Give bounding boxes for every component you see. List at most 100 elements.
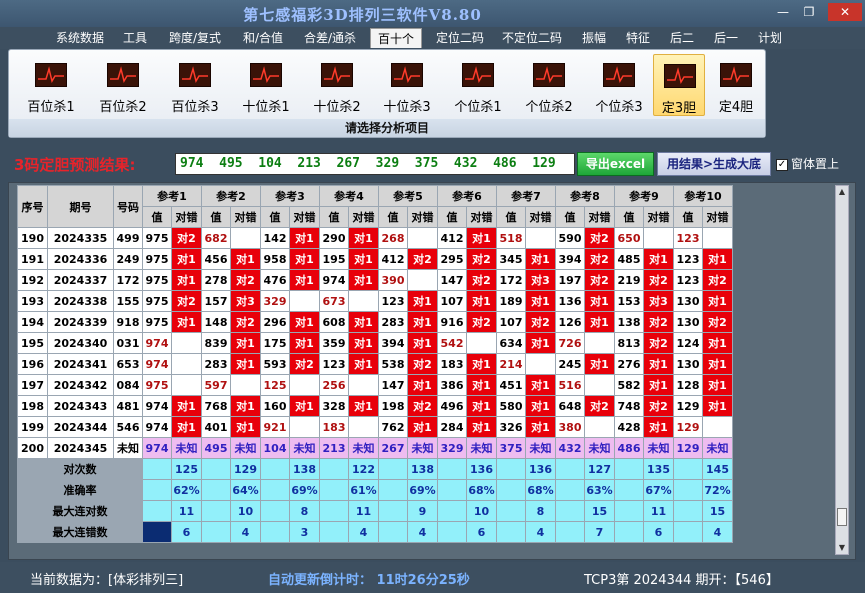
menu-tools[interactable]: 工具 <box>116 28 154 48</box>
pred-unknown: 未知 <box>643 437 674 459</box>
pred-unknown: 未知 <box>171 437 202 459</box>
ribbon-item-10[interactable]: 定3胆 <box>653 54 705 116</box>
stats-value: 68% <box>466 479 497 501</box>
generate-base-button[interactable]: 用结果>生成大底 <box>657 152 771 176</box>
pred-value: 486 <box>614 437 644 459</box>
menu-system-data[interactable]: 系统数据 <box>50 28 110 48</box>
chart-icon <box>664 64 696 88</box>
ribbon-item-1[interactable]: 百位杀1 <box>17 54 85 116</box>
ref-value: 107 <box>496 311 526 333</box>
ref-hit: 对1 <box>171 416 202 438</box>
menu-back-one[interactable]: 后一 <box>708 28 744 48</box>
menu-feature[interactable]: 特征 <box>620 28 656 48</box>
menu-plan[interactable]: 计划 <box>752 28 788 48</box>
ribbon-item-8[interactable]: 个位杀2 <box>515 54 583 116</box>
ref-value: 214 <box>496 353 526 375</box>
stats-value: 11 <box>171 500 202 522</box>
minimize-button[interactable]: — <box>770 3 796 21</box>
menu-amplitude[interactable]: 振幅 <box>576 28 612 48</box>
stats-value: 127 <box>584 458 615 480</box>
stats-spacer <box>673 458 703 480</box>
subheader-hit: 对错 <box>584 206 615 228</box>
ref-value: 682 <box>201 227 231 249</box>
stats-spacer <box>555 521 585 543</box>
ribbon-item-7[interactable]: 个位杀1 <box>443 54 513 116</box>
ref-hit: 对1 <box>643 353 674 375</box>
menu-sum[interactable]: 和/合值 <box>236 28 290 48</box>
ref-value: 153 <box>614 290 644 312</box>
stats-value: 11 <box>643 500 674 522</box>
row-seq: 197 <box>17 374 48 396</box>
ref-hit: 对1 <box>643 416 674 438</box>
scroll-thumb[interactable] <box>837 508 847 526</box>
ref-value: 974 <box>142 395 172 417</box>
chart-icon <box>35 63 67 87</box>
menu-hundred-ten-one[interactable]: 百十个 <box>370 28 422 48</box>
ribbon-item-2[interactable]: 百位杀2 <box>89 54 157 116</box>
pred-value: 104 <box>260 437 290 459</box>
stats-value: 63% <box>584 479 615 501</box>
ribbon-item-3[interactable]: 百位杀3 <box>161 54 229 116</box>
menu-span[interactable]: 跨度/复式 <box>162 28 228 48</box>
ref-hit <box>289 416 320 438</box>
stats-value: 138 <box>289 458 320 480</box>
stats-value: 125 <box>171 458 202 480</box>
current-data-label: 当前数据为：[体彩排列三] <box>30 573 184 588</box>
menu-nonpos-two[interactable]: 不定位二码 <box>496 28 568 48</box>
ribbon-item-6[interactable]: 十位杀3 <box>373 54 441 116</box>
ref-hit: 对2 <box>584 395 615 417</box>
scroll-up-icon[interactable]: ▲ <box>836 186 848 198</box>
pred-unknown: 未知 <box>289 437 320 459</box>
menu-diff[interactable]: 合差/通杀 <box>298 28 362 48</box>
stats-spacer <box>319 521 349 543</box>
header-ref: 参考9 <box>614 185 674 207</box>
stats-value: 7 <box>584 521 615 543</box>
row-seq: 196 <box>17 353 48 375</box>
menu-pos-two[interactable]: 定位二码 <box>430 28 490 48</box>
close-button[interactable]: ✕ <box>828 3 862 21</box>
header-row: 序号 期号 号码 参考1 参考2 参考3 参考4 参考5 参考6 参考7 参考8 参考9 参考10 <box>17 185 733 228</box>
pred-value: 974 <box>142 437 172 459</box>
stats-value: 4 <box>230 521 261 543</box>
ref-value: 597 <box>201 374 231 396</box>
topmost-checkbox[interactable]: ✓ <box>776 158 788 171</box>
ref-value: 394 <box>555 248 585 270</box>
ref-hit: 对1 <box>584 290 615 312</box>
row-code: 499 <box>113 227 143 249</box>
ribbon-item-4[interactable]: 十位杀1 <box>231 54 301 116</box>
ref-hit: 对1 <box>348 227 379 249</box>
chart-icon <box>462 63 494 87</box>
stats-value: 11 <box>348 500 379 522</box>
stats-spacer <box>378 479 408 501</box>
ribbon-item-5[interactable]: 十位杀2 <box>303 54 371 116</box>
ribbon-item-9[interactable]: 个位杀3 <box>585 54 653 116</box>
ref-hit: 对1 <box>348 332 379 354</box>
export-excel-button[interactable]: 导出excel <box>577 152 654 176</box>
ribbon-item-label: 定3胆 <box>661 101 697 116</box>
menu-back-two[interactable]: 后二 <box>664 28 700 48</box>
subheader-value: 值 <box>614 206 644 228</box>
ribbon-item-11[interactable]: 定4胆 <box>711 54 761 116</box>
stats-label: 最大连错数 <box>17 521 143 543</box>
topmost-toggle[interactable]: ✓ 窗体置上 <box>776 155 839 172</box>
vertical-scrollbar[interactable]: ▲ ▼ <box>835 185 849 555</box>
row-code: 031 <box>113 332 143 354</box>
stats-spacer <box>142 521 172 543</box>
maximize-button[interactable]: ❐ <box>796 3 822 21</box>
ref-value: 268 <box>378 227 408 249</box>
table-panel: 序号 期号 号码 参考1 参考2 参考3 参考4 参考5 参考6 参考7 参考8 参考9 参考10 值对错… <box>8 182 856 560</box>
result-field[interactable]: 974 495 104 213 267 329 375 432 486 129 <box>175 153 575 175</box>
ref-value: 748 <box>614 395 644 417</box>
ref-hit <box>584 416 615 438</box>
stats-spacer <box>437 521 467 543</box>
ref-hit: 对1 <box>289 332 320 354</box>
stats-row: 准确率 62% 64% 69% 61% 69% 68% 68% 63% 67% 72% <box>17 479 733 501</box>
ref-value: 175 <box>260 332 290 354</box>
ref-value: 198 <box>378 395 408 417</box>
stats-value: 6 <box>643 521 674 543</box>
scroll-down-icon[interactable]: ▼ <box>836 542 848 554</box>
ref-hit <box>407 269 438 291</box>
ref-hit: 对2 <box>466 248 497 270</box>
ref-value: 975 <box>142 374 172 396</box>
pred-unknown: 未知 <box>584 437 615 459</box>
